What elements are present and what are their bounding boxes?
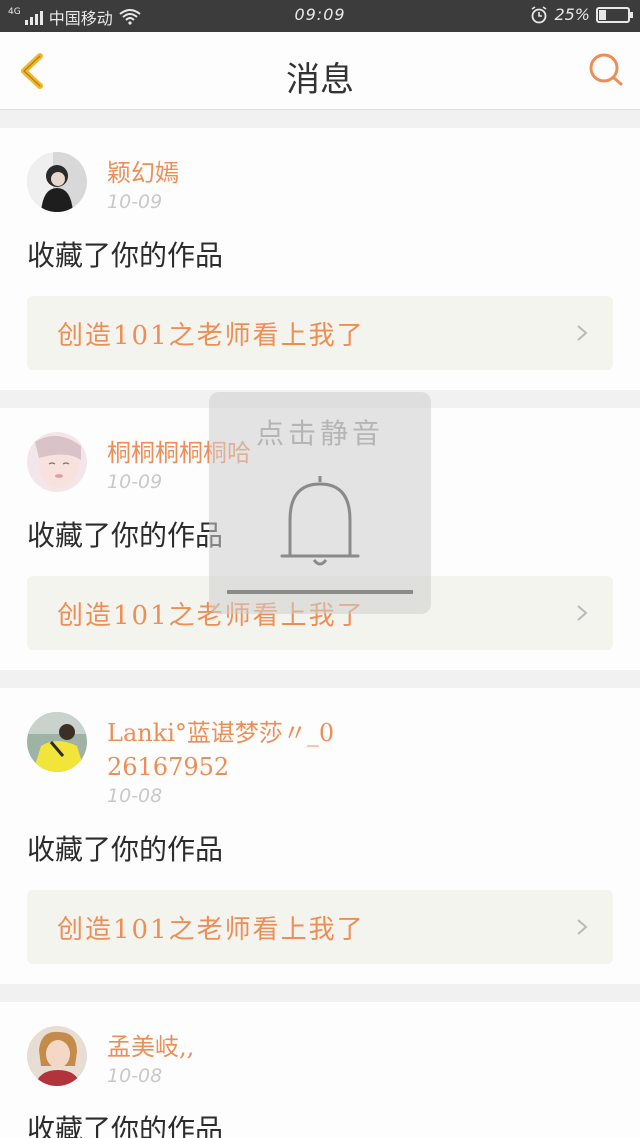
message-list: 颖幻嫣 10-09 收藏了你的作品 创造101之老师看上我了 桐桐桐桐桐哈 10…	[0, 128, 640, 1138]
message-card: 孟美岐,, 10-08 收藏了你的作品	[0, 1002, 640, 1138]
message-date: 10-09	[107, 191, 163, 213]
work-link[interactable]: 创造101之老师看上我了	[27, 296, 613, 370]
chevron-right-icon	[577, 919, 588, 935]
bell-icon	[280, 476, 360, 566]
message-meta: 颖幻嫣 10-09	[107, 152, 179, 214]
alarm-icon	[531, 5, 547, 23]
top-navigation-bar: 消息	[0, 32, 640, 110]
status-right: 25%	[530, 5, 633, 24]
work-link[interactable]: 创造101之老师看上我了	[27, 890, 613, 964]
mute-overlay[interactable]: 点击静音	[209, 392, 431, 614]
message-date: 10-08	[107, 1065, 163, 1087]
battery-percent: 25%	[554, 5, 590, 24]
chevron-right-icon	[577, 605, 588, 621]
screen: 4G 中国移动 09:09 25% 消息 颖幻嫣 10-09 收藏了你的作品 创…	[0, 0, 640, 1138]
avatar[interactable]	[27, 712, 87, 772]
message-date: 10-08	[107, 785, 163, 807]
search-icon[interactable]	[586, 50, 626, 90]
status-bar: 4G 中国移动 09:09 25%	[0, 0, 640, 32]
message-card: 颖幻嫣 10-09 收藏了你的作品 创造101之老师看上我了	[0, 128, 640, 390]
battery-icon	[596, 6, 633, 23]
message-meta: Lanki°蓝谌梦莎〃_026167952 10-08	[107, 712, 347, 808]
chevron-right-icon	[577, 325, 588, 341]
mute-label: 点击静音	[255, 417, 384, 450]
avatar[interactable]	[27, 432, 87, 492]
work-title: 创造101之老师看上我了	[57, 914, 365, 945]
message-header: 孟美岐,, 10-08	[27, 1026, 613, 1088]
message-action: 收藏了你的作品	[27, 833, 224, 866]
message-header: Lanki°蓝谌梦莎〃_026167952 10-08	[27, 712, 613, 808]
message-meta: 孟美岐,, 10-08	[107, 1026, 194, 1088]
battery-level	[599, 9, 606, 20]
avatar[interactable]	[27, 152, 87, 212]
avatar[interactable]	[27, 1026, 87, 1086]
message-card: Lanki°蓝谌梦莎〃_026167952 10-08 收藏了你的作品 创造10…	[0, 688, 640, 984]
mute-strike-line	[227, 590, 413, 594]
message-header: 颖幻嫣 10-09	[27, 152, 613, 214]
message-action: 收藏了你的作品	[27, 1113, 224, 1138]
work-title: 创造101之老师看上我了	[57, 320, 365, 351]
user-nickname[interactable]: Lanki°蓝谌梦莎〃_026167952	[107, 716, 347, 784]
user-nickname[interactable]: 孟美岐,,	[107, 1030, 194, 1064]
message-action: 收藏了你的作品	[27, 239, 224, 272]
user-nickname[interactable]: 颖幻嫣	[107, 156, 179, 190]
page-title: 消息	[286, 60, 354, 100]
